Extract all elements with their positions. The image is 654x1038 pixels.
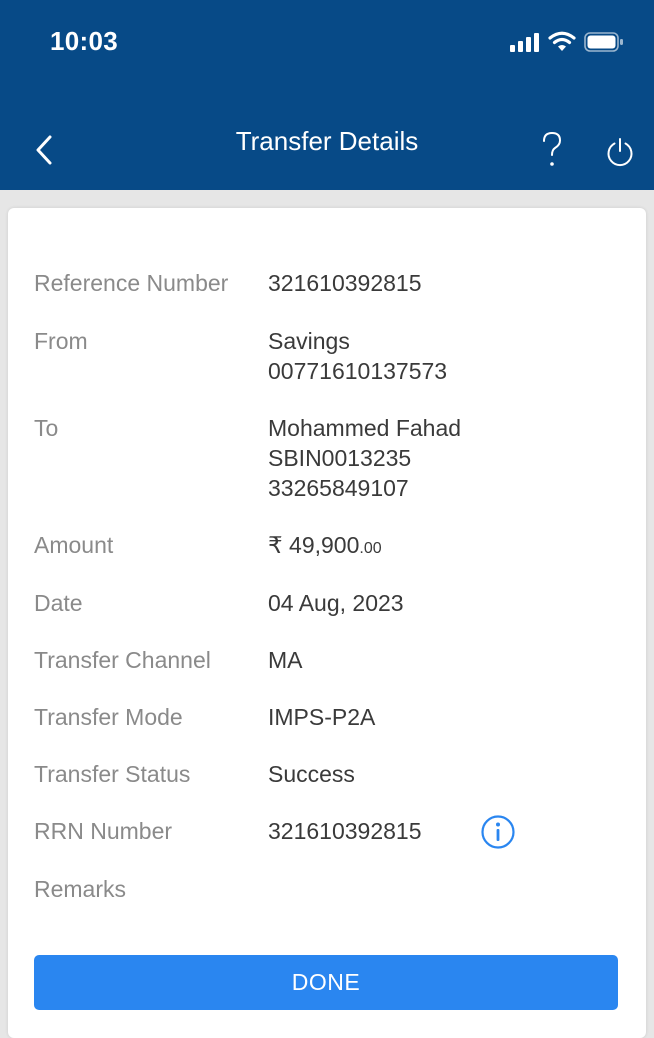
from-label: From — [34, 328, 88, 354]
to-value: Mohammed Fahad SBIN0013235 33265849107 — [268, 413, 461, 503]
status-time: 10:03 — [50, 26, 118, 56]
info-icon[interactable] — [480, 814, 516, 850]
transfer-mode-value: IMPS-P2A — [268, 704, 376, 730]
reference-number-label: Reference Number — [34, 270, 229, 296]
to-label: To — [34, 415, 59, 441]
transfer-status-value: Success — [268, 761, 355, 787]
date-value: 04 Aug, 2023 — [268, 590, 404, 616]
amount-value: ₹ 49,900.00 — [268, 530, 382, 564]
status-icons — [510, 28, 624, 56]
amount-label: Amount — [34, 532, 114, 558]
question-icon — [543, 131, 562, 166]
transfer-channel-value: MA — [268, 647, 303, 673]
transfer-channel-label: Transfer Channel — [34, 647, 211, 673]
app-header: 10:03 Transfer Details — [0, 0, 654, 190]
amount-rupees: ₹ 49,900 — [268, 532, 360, 558]
from-account-type: Savings — [268, 328, 350, 354]
from-account-number: 00771610137573 — [268, 358, 448, 384]
beneficiary-account-number: 33265849107 — [268, 475, 409, 501]
amount-paise: .00 — [359, 540, 382, 557]
rrn-number-label: RRN Number — [34, 818, 173, 844]
help-button[interactable] — [530, 128, 574, 172]
beneficiary-name: Mohammed Fahad — [268, 415, 462, 441]
done-button[interactable]: DONE — [34, 955, 618, 1010]
signal-icon — [510, 33, 539, 52]
transfer-mode-label: Transfer Mode — [34, 704, 183, 730]
power-icon — [607, 138, 633, 167]
from-value: Savings 00771610137573 — [268, 326, 447, 386]
battery-icon — [584, 32, 623, 52]
date-label: Date — [34, 590, 83, 616]
transfer-details-card: Reference Number 321610392815 From Savin… — [8, 208, 646, 1038]
reference-number-value: 321610392815 — [268, 270, 422, 296]
logout-button[interactable] — [598, 130, 642, 174]
remarks-label: Remarks — [34, 876, 127, 902]
transfer-status-label: Transfer Status — [34, 761, 191, 787]
wifi-icon — [548, 31, 576, 51]
beneficiary-ifsc: SBIN0013235 — [268, 445, 412, 471]
rrn-number-value: 321610392815 — [268, 818, 422, 844]
